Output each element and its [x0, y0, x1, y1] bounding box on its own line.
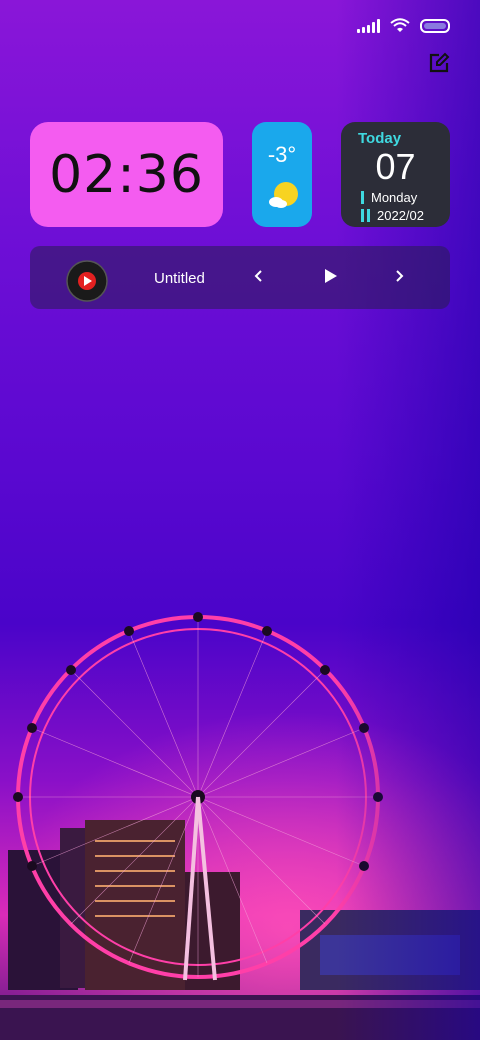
- battery-icon: [420, 19, 450, 33]
- partly-sunny-icon: [269, 182, 298, 208]
- music-app-icon[interactable]: [66, 260, 108, 302]
- play-icon[interactable]: [318, 264, 342, 288]
- status-bar: [357, 18, 450, 34]
- date-widget[interactable]: Today 07 Monday 2022/02: [341, 122, 450, 227]
- weather-temperature: -3°: [267, 142, 297, 167]
- weekday-marker: [361, 191, 364, 204]
- edit-icon[interactable]: [428, 52, 450, 74]
- year-month-marker: [361, 209, 370, 222]
- year-month-row: 2022/02: [361, 208, 424, 223]
- signal-icon: [357, 19, 380, 33]
- weather-widget[interactable]: -3°: [252, 122, 312, 227]
- year-month: 2022/02: [377, 208, 424, 223]
- date-label: Today: [358, 130, 402, 147]
- clock-time: 02:36: [49, 144, 204, 205]
- next-icon[interactable]: [387, 264, 411, 288]
- music-widget[interactable]: Untitled: [30, 246, 450, 309]
- clock-widget[interactable]: 02:36: [30, 122, 223, 227]
- wifi-icon: [390, 18, 410, 32]
- track-title: Untitled: [154, 270, 205, 287]
- weekday: Monday: [371, 190, 418, 205]
- date-day: 07: [375, 146, 416, 187]
- previous-icon[interactable]: [247, 264, 271, 288]
- weekday-row: Monday: [361, 190, 417, 205]
